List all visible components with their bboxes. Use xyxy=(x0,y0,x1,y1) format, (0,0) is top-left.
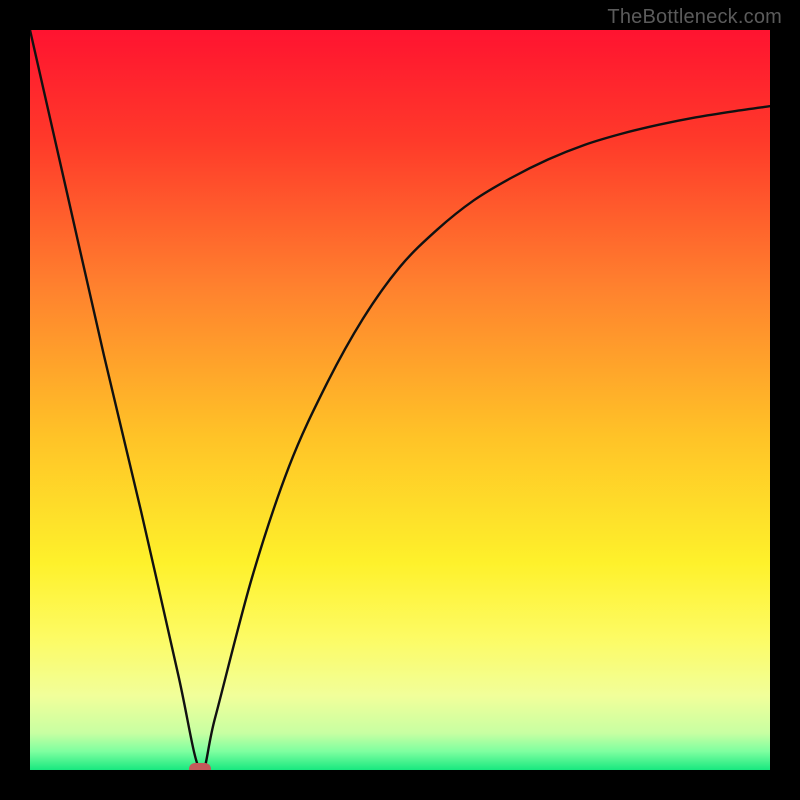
minimum-marker xyxy=(189,763,211,770)
curve-layer xyxy=(30,30,770,770)
bottleneck-curve xyxy=(30,30,770,770)
watermark-text: TheBottleneck.com xyxy=(607,6,782,29)
chart-container: { "watermark": "TheBottleneck.com", "cha… xyxy=(0,0,800,800)
plot-area xyxy=(30,30,770,770)
